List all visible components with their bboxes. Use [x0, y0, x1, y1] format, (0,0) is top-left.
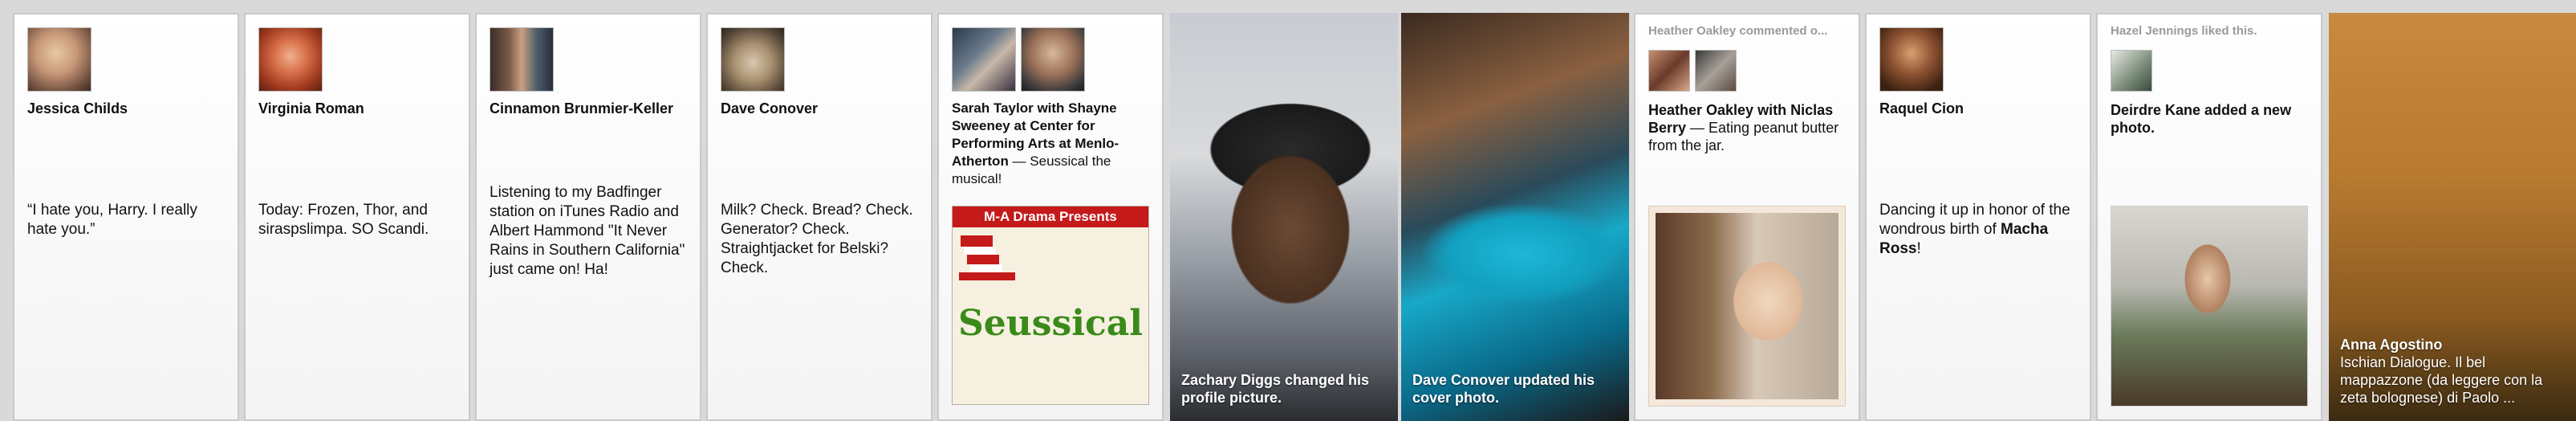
poster-show-name: Seussical — [957, 303, 1144, 344]
avatar[interactable] — [1021, 27, 1085, 92]
feed-card-comment[interactable]: Heather Oakley commented o... Heather Oa… — [1634, 13, 1860, 421]
poster-title: M-A Drama Presents — [953, 206, 1148, 227]
author-name[interactable]: Jessica Childs — [27, 100, 228, 117]
avatar[interactable] — [490, 27, 554, 92]
event-poster[interactable]: M-A Drama Presents Seussical — [952, 206, 1149, 405]
feed-card-status[interactable]: Dave Conover Milk? Check. Bread? Check. … — [706, 13, 932, 421]
activity-header[interactable]: Hazel Jennings liked this. — [2111, 24, 2313, 38]
photo-post[interactable]: Anna Agostino Ischian Dialogue. Il bel m… — [2329, 13, 2576, 421]
feed-card-status[interactable]: Jessica Childs “I hate you, Harry. I rea… — [13, 13, 239, 421]
feed-card-checkin[interactable]: Sarah Taylor with Shayne Sweeney at Cent… — [937, 13, 1164, 421]
feed-card-status[interactable]: Cinnamon Brunmier-Keller Listening to my… — [475, 13, 701, 421]
post-photo[interactable] — [2111, 206, 2308, 407]
author-name[interactable]: Sarah Taylor with Shayne Sweeney at Cent… — [952, 100, 1152, 188]
status-text: Milk? Check. Bread? Check. Generator? Ch… — [721, 202, 913, 276]
photo-caption: Zachary Diggs changed his profile pictur… — [1181, 372, 1370, 406]
avatar-group — [952, 27, 1085, 92]
author-name[interactable]: Deirdre Kane added a new photo. — [2111, 101, 2311, 137]
avatar-group — [1648, 50, 1737, 92]
status-text: Dancing it up in honor of the wondrous b… — [1879, 202, 2070, 257]
activity-header[interactable]: Heather Oakley commented o... — [1648, 24, 1851, 38]
avatar[interactable] — [1695, 50, 1737, 92]
status-text: Today: Frozen, Thor, and siraspslimpa. S… — [258, 202, 429, 238]
author-name[interactable]: Dave Conover — [721, 100, 921, 117]
cover-photo-post[interactable]: Dave Conover updated his cover photo. — [1401, 13, 1629, 421]
photo-caption: Anna Agostino Ischian Dialogue. Il bel m… — [2340, 336, 2566, 407]
author-name[interactable]: Raquel Cion — [1879, 100, 2080, 117]
avatar[interactable] — [258, 27, 323, 92]
profile-picture-post[interactable]: Zachary Diggs changed his profile pictur… — [1170, 13, 1398, 421]
avatar[interactable] — [952, 27, 1016, 92]
avatar-group — [1879, 27, 1944, 92]
feed-card-photo[interactable]: Hazel Jennings liked this. Deirdre Kane … — [2096, 13, 2322, 421]
caption-author[interactable]: Anna Agostino — [2340, 336, 2566, 354]
avatar[interactable] — [2111, 50, 2152, 92]
feed-card-status[interactable]: Raquel Cion Dancing it up in honor of th… — [1865, 13, 2091, 421]
author-name[interactable]: Cinnamon Brunmier-Keller — [490, 100, 690, 117]
avatar[interactable] — [27, 27, 91, 92]
avatar[interactable] — [1879, 27, 1944, 92]
author-name[interactable]: Heather Oakley with Niclas Berry — Eatin… — [1648, 101, 1849, 154]
avatar-group — [490, 27, 554, 92]
caption-text: Ischian Dialogue. Il bel mappazzone (da … — [2340, 354, 2543, 406]
author-name[interactable]: Virginia Roman — [258, 100, 459, 117]
status-text: “I hate you, Harry. I really hate you.” — [27, 202, 197, 238]
avatar[interactable] — [721, 27, 785, 92]
photo-caption: Dave Conover updated his cover photo. — [1412, 372, 1595, 406]
avatar-group — [258, 27, 323, 92]
post-photo[interactable] — [1648, 206, 1846, 407]
avatar-group — [2111, 50, 2152, 92]
avatar-group — [721, 27, 785, 92]
news-feed-strip: Jessica Childs “I hate you, Harry. I rea… — [0, 0, 2576, 421]
avatar-group — [27, 27, 91, 92]
status-text: Listening to my Badfinger station on iTu… — [490, 184, 685, 278]
avatar[interactable] — [1648, 50, 1690, 92]
feed-card-status[interactable]: Virginia Roman Today: Frozen, Thor, and … — [244, 13, 470, 421]
